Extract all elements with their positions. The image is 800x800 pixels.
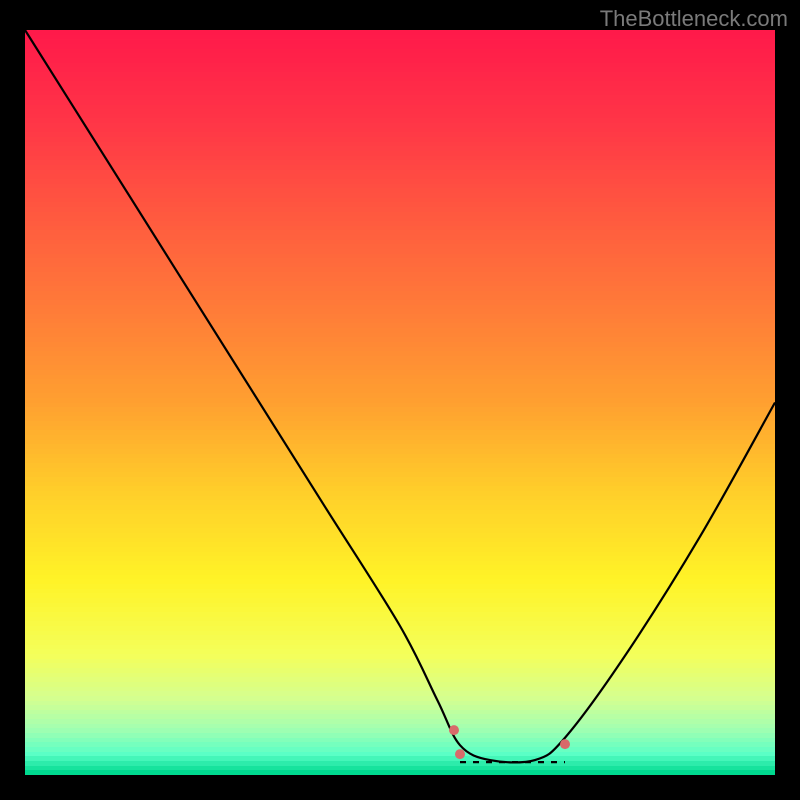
- chart-svg: [25, 30, 775, 775]
- highlight-dots: [449, 725, 570, 759]
- highlight-dot: [449, 725, 459, 735]
- bottleneck-curve-path: [25, 30, 775, 762]
- highlight-dot: [560, 739, 570, 749]
- watermark-text: TheBottleneck.com: [600, 6, 788, 32]
- chart-plot-area: [25, 30, 775, 775]
- highlight-dot: [455, 749, 465, 759]
